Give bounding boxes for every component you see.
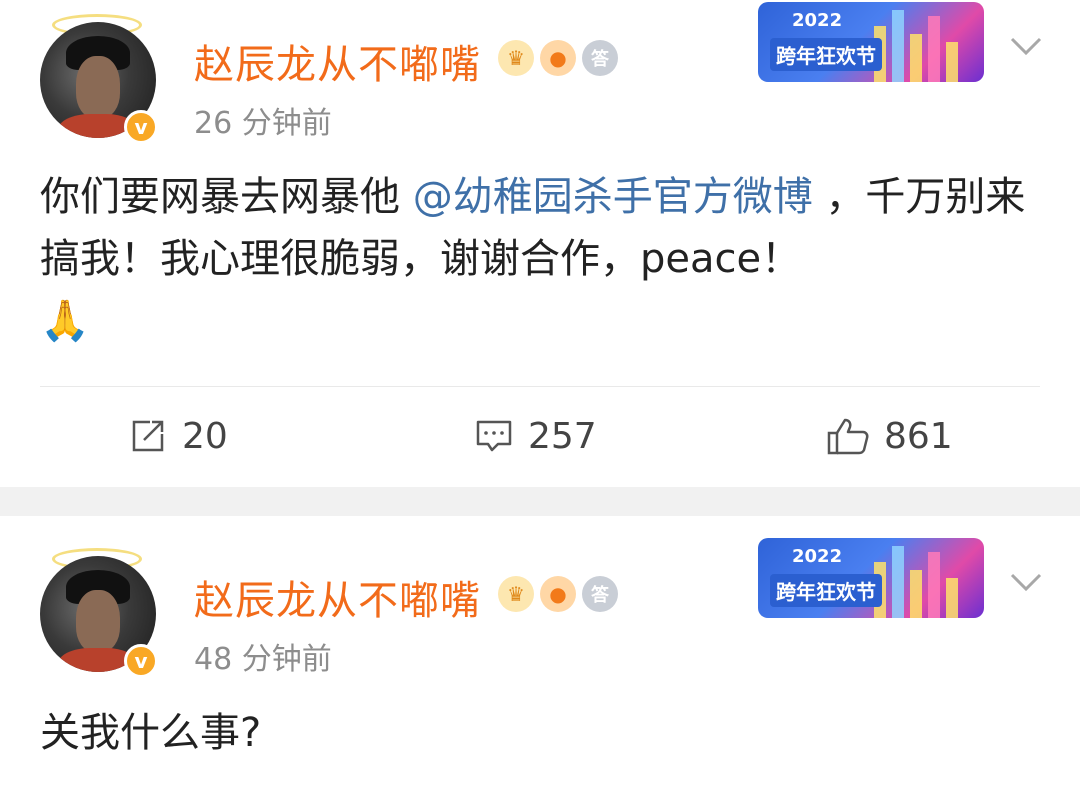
event-banner[interactable]: 2022 跨年狂欢节 bbox=[758, 2, 984, 82]
thumbs-up-icon bbox=[827, 418, 869, 455]
post-content: 你们要网暴去网暴他 @幼稚园杀手官方微博 ，千万别来搞我！我心理很脆弱，谢谢合作… bbox=[40, 166, 1030, 352]
repost-count: 20 bbox=[182, 415, 228, 457]
post-timestamp: 26 分钟前 bbox=[194, 106, 332, 141]
event-banner-year: 2022 bbox=[792, 10, 843, 31]
verified-badge-icon: v bbox=[124, 644, 158, 678]
chevron-down-icon[interactable] bbox=[1008, 564, 1044, 600]
repost-button[interactable]: 20 bbox=[128, 408, 228, 464]
answer-badge-icon[interactable]: 答 bbox=[582, 40, 618, 76]
comment-button[interactable]: 257 bbox=[474, 408, 597, 464]
user-badges: ♛ ● 答 bbox=[498, 40, 618, 76]
post-card[interactable]: v 赵辰龙从不嘟嘴 ♛ ● 答 48 分钟前 2022 跨年狂欢节 关我什么事? bbox=[0, 516, 1080, 787]
post-separator bbox=[0, 487, 1080, 516]
username[interactable]: 赵辰龙从不嘟嘴 bbox=[194, 32, 481, 90]
fish-icon[interactable]: ● bbox=[540, 40, 576, 76]
post-card[interactable]: v 赵辰龙从不嘟嘴 ♛ ● 答 26 分钟前 2022 跨年狂欢节 你们要网暴去… bbox=[0, 0, 1080, 487]
event-banner-title: 跨年狂欢节 bbox=[770, 38, 882, 71]
event-banner-title: 跨年狂欢节 bbox=[770, 574, 882, 607]
fish-icon[interactable]: ● bbox=[540, 576, 576, 612]
username[interactable]: 赵辰龙从不嘟嘴 bbox=[194, 568, 481, 626]
comment-count: 257 bbox=[528, 415, 597, 457]
repost-icon bbox=[132, 420, 164, 452]
pray-emoji: 🙏 bbox=[40, 298, 90, 344]
avatar[interactable]: v bbox=[36, 14, 160, 144]
like-button[interactable]: 861 bbox=[826, 408, 953, 464]
like-count: 861 bbox=[884, 415, 953, 457]
event-banner[interactable]: 2022 跨年狂欢节 bbox=[758, 538, 984, 618]
user-badges: ♛ ● 答 bbox=[498, 576, 618, 612]
mention-link[interactable]: @幼稚园杀手官方微博 bbox=[413, 174, 813, 220]
avatar[interactable]: v bbox=[36, 548, 160, 678]
chevron-down-icon[interactable] bbox=[1008, 28, 1044, 64]
crown-icon[interactable]: ♛ bbox=[498, 40, 534, 76]
divider bbox=[40, 386, 1040, 387]
verified-badge-icon: v bbox=[124, 110, 158, 144]
answer-badge-icon[interactable]: 答 bbox=[582, 576, 618, 612]
post-content: 关我什么事? bbox=[40, 710, 262, 756]
post-timestamp: 48 分钟前 bbox=[194, 642, 332, 677]
comment-icon bbox=[476, 420, 512, 452]
post-text: 你们要网暴去网暴他 bbox=[40, 174, 400, 220]
crown-icon[interactable]: ♛ bbox=[498, 576, 534, 612]
event-banner-year: 2022 bbox=[792, 546, 843, 567]
